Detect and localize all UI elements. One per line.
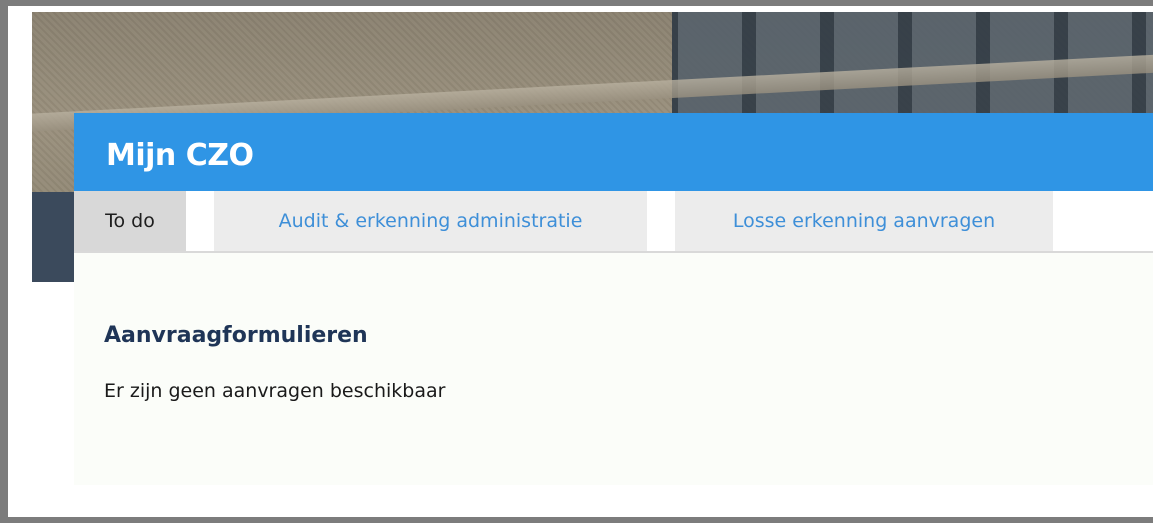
page-header: Mijn CZO [74,113,1153,191]
empty-state-message: Er zijn geen aanvragen beschikbaar [104,380,446,402]
photo-strip [32,192,77,282]
window-frame: Mijn CZO To do Audit & erkenning adminis… [0,0,1153,523]
page-title: Mijn CZO [106,137,254,173]
tab-bar: To do Audit & erkenning administratie Lo… [74,191,1153,253]
tab-content: Aanvraagformulieren Er zijn geen aanvrag… [74,253,1153,402]
tab-to-do[interactable]: To do [74,191,186,251]
main-panel: Mijn CZO To do Audit & erkenning adminis… [74,113,1153,485]
tab-losse-erkenning-aanvragen[interactable]: Losse erkenning aanvragen [675,191,1053,251]
section-title: Aanvraagformulieren [104,323,368,348]
tab-audit-erkenning-administratie[interactable]: Audit & erkenning administratie [214,191,647,251]
